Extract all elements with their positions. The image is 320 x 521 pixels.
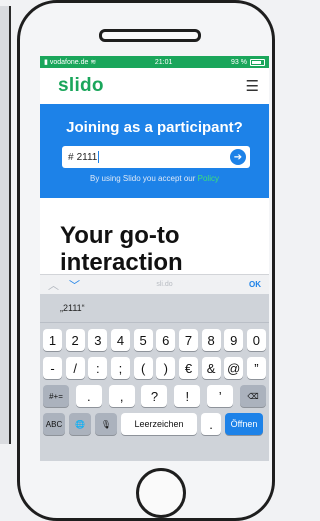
key[interactable]: 5	[133, 329, 153, 351]
slido-logo[interactable]: slido	[58, 75, 104, 97]
carrier-name: vodafone.de	[49, 58, 89, 66]
policy-link[interactable]: Policy	[198, 174, 219, 183]
hamburger-icon[interactable]: ☰	[246, 77, 259, 95]
period-key[interactable]: .	[201, 413, 221, 435]
hero-heading-line2: interaction	[60, 249, 183, 276]
key[interactable]: ,	[108, 385, 135, 407]
key[interactable]: .	[75, 385, 102, 407]
key[interactable]: 4	[110, 329, 130, 351]
key[interactable]: 7	[178, 329, 198, 351]
key[interactable]: !	[174, 385, 201, 407]
key[interactable]: 6	[156, 329, 176, 351]
delete-icon[interactable]: ⌫	[239, 385, 266, 407]
top-nav: slido ☰	[40, 68, 269, 104]
shift-symbols-key[interactable]: #+=	[43, 385, 69, 407]
abc-key[interactable]: ABC	[43, 413, 65, 435]
battery-percent: 93 %	[231, 58, 247, 66]
keyboard-row-bottom: ABC 🌐 🎙 Leerzeichen . Öffnen	[40, 413, 269, 435]
chevron-up-icon[interactable]: ︿	[48, 277, 59, 293]
hash-prefix: #	[68, 151, 74, 163]
signal-icon: ▮	[44, 59, 48, 66]
key[interactable]: €	[178, 357, 198, 379]
keyboard-row-punctuation: #+= . , ? ! ’ ⌫	[40, 385, 269, 407]
hero-heading-line1: Your go-to	[60, 222, 180, 249]
key[interactable]: &	[201, 357, 221, 379]
hero-section: Your go-to interaction	[40, 198, 269, 278]
microphone-icon[interactable]: 🎙	[95, 413, 117, 435]
status-time: 21:01	[154, 58, 173, 66]
join-panel: Joining as a participant? # 2111 ➔ By us…	[40, 104, 269, 198]
wifi-icon: ≋	[90, 59, 97, 66]
phone-speaker	[99, 29, 201, 42]
arrow-right-icon[interactable]: ➔	[230, 149, 246, 165]
globe-icon[interactable]: 🌐	[69, 413, 91, 435]
key[interactable]: ;	[110, 357, 130, 379]
space-key[interactable]: Leerzeichen	[121, 413, 197, 435]
terms-text: By using Slido you accept our Policy	[40, 174, 269, 183]
home-button[interactable]	[136, 468, 186, 518]
key[interactable]: 2	[65, 329, 85, 351]
adjacent-device-edge	[0, 6, 11, 444]
key[interactable]: (	[133, 357, 153, 379]
key[interactable]: 3	[88, 329, 108, 351]
key[interactable]: /	[65, 357, 85, 379]
key[interactable]: 0	[246, 329, 266, 351]
key[interactable]: @	[224, 357, 244, 379]
autocomplete-suggestion[interactable]: „2111“	[40, 294, 269, 323]
key[interactable]: 9	[224, 329, 244, 351]
key[interactable]: :	[88, 357, 108, 379]
event-code-input[interactable]: # 2111 ➔	[62, 146, 250, 168]
key[interactable]: ?	[141, 385, 168, 407]
chevron-down-icon[interactable]: ﹀	[69, 277, 80, 293]
key[interactable]: ”	[246, 357, 266, 379]
key[interactable]: ’	[207, 385, 234, 407]
key[interactable]: 1	[43, 329, 62, 351]
event-code-value: 2111	[76, 151, 98, 163]
terms-prefix: By using Slido you accept our	[90, 174, 196, 183]
text-caret	[98, 151, 100, 163]
status-bar: ▮ vodafone.de ≋ 21:01 93 %	[40, 56, 269, 68]
join-title: Joining as a participant?	[66, 119, 243, 136]
key[interactable]: )	[156, 357, 176, 379]
domain-label: sli.do	[156, 281, 173, 288]
keyboard: „2111“ 1 2 3 4 5 6 7 8 9 0 - / : ; ( ) €…	[40, 294, 269, 461]
key[interactable]: 8	[201, 329, 221, 351]
keyboard-toolbar: ︿ ﹀ sli.do OK	[40, 274, 269, 294]
keyboard-row-digits: 1 2 3 4 5 6 7 8 9 0	[40, 329, 269, 351]
battery-icon	[250, 58, 265, 66]
phone-screen: ▮ vodafone.de ≋ 21:01 93 % slido ☰ Joini…	[40, 56, 269, 461]
open-key[interactable]: Öffnen	[225, 413, 263, 435]
keyboard-ok-button[interactable]: OK	[249, 280, 261, 289]
key[interactable]: -	[43, 357, 62, 379]
keyboard-row-symbols: - / : ; ( ) € & @ ”	[40, 357, 269, 379]
